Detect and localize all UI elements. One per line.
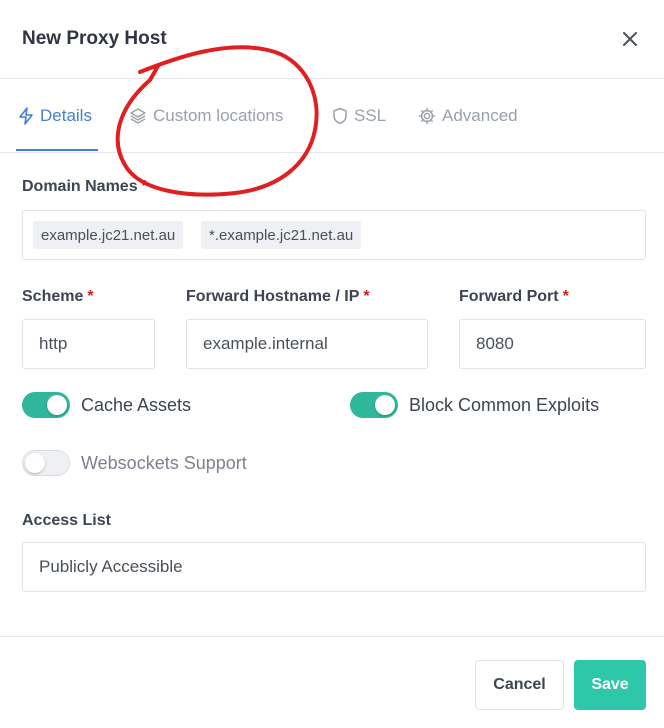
toggle-knob xyxy=(375,395,395,415)
scheme-label: Scheme * xyxy=(22,288,94,305)
forward-hostname-value: example.internal xyxy=(203,334,328,353)
save-button[interactable]: Save xyxy=(574,660,646,710)
domain-chip[interactable]: *.example.jc21.net.au xyxy=(201,221,362,249)
forward-hostname-input[interactable]: example.internal xyxy=(186,319,428,369)
dialog-header: New Proxy Host xyxy=(0,0,664,79)
close-icon[interactable] xyxy=(618,27,642,51)
tab-advanced[interactable]: Advanced xyxy=(418,104,518,128)
forward-port-label: Forward Port * xyxy=(459,288,569,305)
domain-chip[interactable]: example.jc21.net.au xyxy=(33,221,184,249)
tab-details-label: Details xyxy=(40,106,92,125)
cache-assets-toggle[interactable] xyxy=(22,392,70,418)
forward-port-input[interactable]: 8080 xyxy=(459,319,646,369)
tab-custom-locations-label: Custom locations xyxy=(153,106,284,125)
tab-ssl[interactable]: SSL xyxy=(332,104,386,128)
domain-names-label: Domain Names * xyxy=(22,178,148,195)
toggle-knob xyxy=(47,395,67,415)
domain-names-input[interactable]: example.jc21.net.au *.example.jc21.net.a… xyxy=(22,210,646,260)
gear-icon xyxy=(418,107,436,125)
dialog-title: New Proxy Host xyxy=(22,28,167,49)
forward-port-value: 8080 xyxy=(476,334,514,353)
active-tab-indicator xyxy=(16,149,98,151)
websockets-toggle[interactable] xyxy=(22,450,70,476)
block-exploits-toggle[interactable] xyxy=(350,392,398,418)
dialog-footer xyxy=(0,636,664,728)
access-list-value: Publicly Accessible xyxy=(39,557,183,576)
tab-details[interactable]: Details xyxy=(18,104,92,128)
scheme-value: http xyxy=(39,334,68,353)
cache-assets-label: Cache Assets xyxy=(81,395,192,415)
shield-icon xyxy=(333,107,347,125)
new-proxy-host-dialog: New Proxy Host Details Custom locations … xyxy=(0,0,664,727)
toggle-knob xyxy=(25,453,45,473)
bolt-icon xyxy=(19,107,33,125)
scheme-input[interactable]: http xyxy=(22,319,155,369)
block-exploits-label: Block Common Exploits xyxy=(409,395,600,415)
tab-bar: Details Custom locations SSL Advanced xyxy=(0,78,664,153)
layers-icon xyxy=(130,108,146,124)
websockets-label: Websockets Support xyxy=(81,453,247,473)
tab-custom-locations[interactable]: Custom locations xyxy=(129,104,283,128)
forward-hostname-label: Forward Hostname / IP * xyxy=(186,288,370,305)
tab-ssl-label: SSL xyxy=(354,106,387,125)
cancel-button[interactable]: Cancel xyxy=(475,660,564,710)
tab-advanced-label: Advanced xyxy=(442,106,518,125)
access-list-label: Access List xyxy=(22,512,111,529)
access-list-select[interactable]: Publicly Accessible xyxy=(22,542,646,592)
